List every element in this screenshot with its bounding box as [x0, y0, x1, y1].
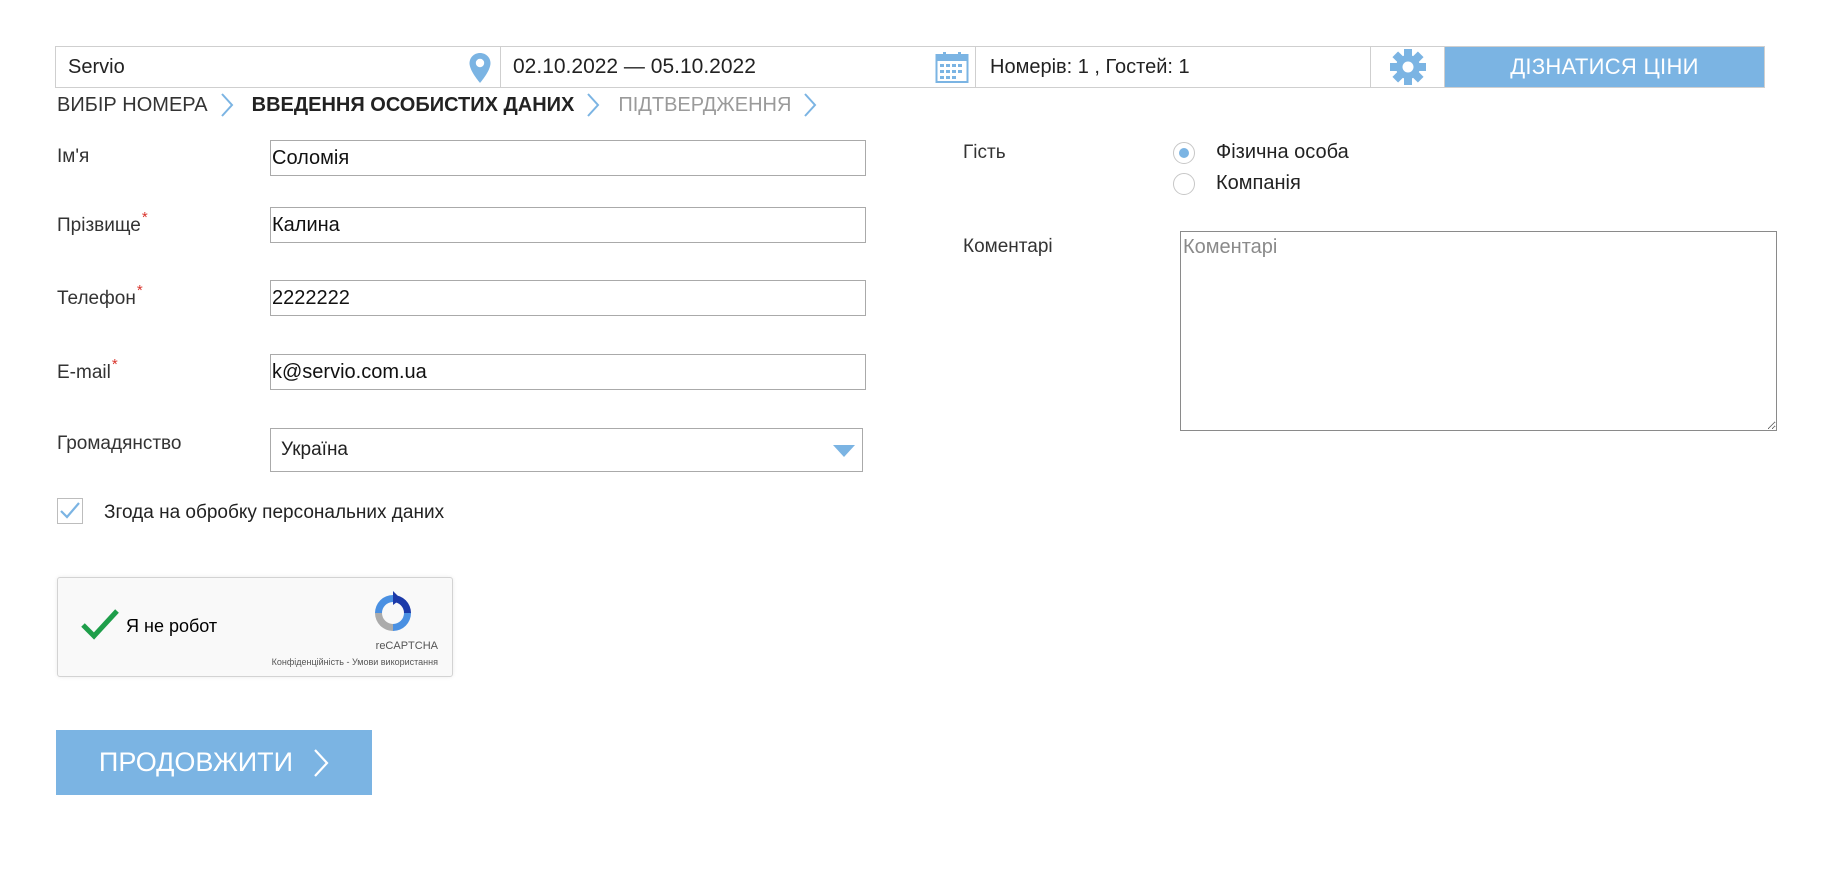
first-name-label: Ім'я — [57, 146, 90, 167]
calendar-icon[interactable] — [935, 51, 969, 83]
first-name-input[interactable] — [270, 140, 866, 176]
comments-label: Коментарі — [963, 236, 1053, 257]
last-name-label: Прізвище* — [57, 209, 148, 236]
recaptcha-widget: Я не робот reCAPTCHA Конфіденційність - … — [57, 577, 453, 677]
dropdown-arrow-icon — [833, 445, 855, 457]
search-bar: Servio 02.10.2022 — 05.10.2022 Номерів: … — [55, 46, 1765, 88]
last-name-input[interactable] — [270, 207, 866, 243]
email-label: E-mail* — [57, 356, 118, 383]
required-mark: * — [136, 282, 143, 299]
consent-label: Згода на обробку персональних даних — [104, 502, 445, 523]
continue-button[interactable]: ПРОДОВЖИТИ — [56, 730, 372, 795]
recaptcha-links[interactable]: Конфіденційність - Умови використання — [272, 657, 438, 667]
radio-company-label: Компанія — [1216, 172, 1301, 194]
gear-icon — [1389, 49, 1426, 85]
chevron-right-icon — [804, 93, 817, 117]
step-confirmation: ПІДТВЕРДЖЕННЯ — [618, 93, 792, 116]
check-prices-label: ДІЗНАТИСЯ ЦІНИ — [1510, 54, 1699, 79]
citizenship-label: Громадянство — [57, 433, 182, 454]
chevron-right-icon — [220, 93, 233, 117]
phone-label: Телефон* — [57, 282, 143, 309]
recaptcha-logo-icon — [375, 591, 411, 631]
captcha-checkmark-icon[interactable] — [80, 608, 120, 640]
required-mark: * — [111, 356, 118, 373]
radio-individual[interactable] — [1173, 142, 1195, 164]
hotel-field[interactable]: Servio — [56, 47, 501, 87]
phone-input[interactable] — [270, 280, 866, 316]
recaptcha-brand: reCAPTCHA — [375, 640, 438, 652]
booking-steps: ВИБІР НОМЕРА ВВЕДЕННЯ ОСОБИСТИХ ДАНИХ ПІ… — [57, 92, 835, 118]
continue-label: ПРОДОВЖИТИ — [98, 747, 294, 777]
guests-field[interactable]: Номерів: 1 , Гостей: 1 — [976, 47, 1371, 87]
checkmark-icon — [60, 502, 80, 519]
dates-field[interactable]: 02.10.2022 — 05.10.2022 — [501, 47, 976, 87]
radio-company[interactable] — [1173, 173, 1195, 195]
captcha-label: Я не робот — [126, 616, 218, 636]
hotel-name: Servio — [68, 55, 125, 78]
check-prices-button[interactable]: ДІЗНАТИСЯ ЦІНИ — [1445, 47, 1764, 87]
citizenship-select[interactable]: Україна — [270, 428, 863, 472]
step-room-selection[interactable]: ВИБІР НОМЕРА — [57, 94, 208, 117]
required-mark: * — [141, 209, 148, 226]
step-personal-data: ВВЕДЕННЯ ОСОБИСТИХ ДАНИХ — [251, 93, 575, 116]
chevron-right-icon — [314, 748, 329, 777]
settings-button[interactable] — [1371, 47, 1445, 87]
chevron-right-icon — [587, 93, 600, 117]
consent-checkbox[interactable] — [57, 498, 83, 524]
comments-textarea[interactable] — [1180, 231, 1777, 431]
location-pin-icon — [469, 53, 491, 83]
citizenship-value: Україна — [281, 439, 349, 460]
radio-individual-label: Фізична особа — [1216, 141, 1349, 163]
guest-type-label: Гість — [963, 142, 1006, 163]
guests-value: Номерів: 1 , Гостей: 1 — [990, 55, 1190, 78]
email-input[interactable] — [270, 354, 866, 390]
dates-value: 02.10.2022 — 05.10.2022 — [513, 55, 756, 78]
